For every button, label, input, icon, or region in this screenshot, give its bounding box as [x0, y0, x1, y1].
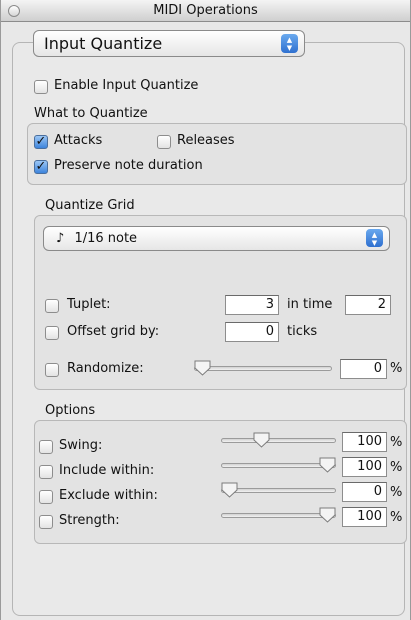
attacks-label: Attacks: [54, 133, 103, 148]
in-time-field[interactable]: 2: [345, 295, 391, 315]
strength-slider-thumb[interactable]: [319, 507, 336, 523]
randomize-label: Randomize:: [67, 361, 144, 376]
window-title: MIDI Operations: [153, 3, 258, 18]
exclude-within-slider-thumb[interactable]: [221, 482, 238, 498]
options-heading: Options: [45, 403, 96, 418]
randomize-checkbox[interactable]: [45, 363, 59, 377]
include-within-field[interactable]: 100: [342, 457, 387, 477]
note-icon: ♪: [56, 231, 65, 246]
mode-popup-value: Input Quantize: [44, 34, 163, 53]
include-within-checkbox[interactable]: [39, 465, 53, 479]
popup-arrows-icon: ▲ ▼: [366, 229, 383, 247]
preserve-note-duration-checkbox[interactable]: ✓: [34, 160, 48, 174]
randomize-slider-track[interactable]: [194, 366, 332, 371]
ticks-label: ticks: [287, 324, 318, 339]
swing-slider-track[interactable]: [221, 438, 336, 443]
offset-grid-field[interactable]: 0: [225, 322, 279, 342]
include-within-unit: %: [390, 460, 403, 475]
include-within-label: Include within:: [59, 463, 155, 478]
close-button[interactable]: [8, 5, 20, 17]
strength-unit: %: [390, 510, 403, 525]
exclude-within-unit: %: [390, 485, 403, 500]
popup-arrows-icon: ▲ ▼: [281, 34, 298, 53]
swing-checkbox[interactable]: [39, 440, 53, 454]
midi-operations-window: MIDI Operations Input Quantize ▲ ▼ Enable…: [0, 0, 411, 620]
preserve-note-duration-label: Preserve note duration: [54, 158, 203, 173]
strength-label: Strength:: [59, 513, 120, 528]
grid-popup[interactable]: ♪ 1/16 note ▲ ▼: [43, 226, 390, 251]
releases-label: Releases: [177, 133, 235, 148]
include-within-slider-thumb[interactable]: [319, 457, 336, 473]
quantize-grid-heading: Quantize Grid: [45, 198, 135, 213]
tuplet-label: Tuplet:: [67, 297, 111, 312]
enable-input-quantize-label: Enable Input Quantize: [54, 78, 199, 93]
exclude-within-label: Exclude within:: [59, 488, 158, 503]
randomize-slider-thumb[interactable]: [194, 360, 211, 376]
tuplet-field[interactable]: 3: [225, 295, 279, 315]
swing-label: Swing:: [59, 438, 103, 453]
exclude-within-field[interactable]: 0: [342, 482, 387, 502]
enable-input-quantize-checkbox[interactable]: [34, 80, 48, 94]
grid-popup-value: 1/16 note: [74, 231, 138, 246]
mode-popup[interactable]: Input Quantize ▲ ▼: [33, 30, 305, 57]
swing-unit: %: [390, 435, 403, 450]
swing-field[interactable]: 100: [342, 432, 387, 452]
tuplet-checkbox[interactable]: [45, 299, 59, 313]
offset-grid-checkbox[interactable]: [45, 326, 59, 340]
offset-grid-label: Offset grid by:: [67, 324, 160, 339]
attacks-checkbox[interactable]: ✓: [34, 135, 48, 149]
title-bar[interactable]: MIDI Operations: [1, 0, 410, 22]
exclude-within-checkbox[interactable]: [39, 490, 53, 504]
exclude-within-slider-track[interactable]: [221, 488, 336, 493]
releases-checkbox[interactable]: [157, 135, 171, 149]
strength-field[interactable]: 100: [342, 507, 387, 527]
randomize-unit: %: [390, 361, 403, 376]
what-to-quantize-heading: What to Quantize: [34, 106, 148, 121]
in-time-label: in time: [287, 297, 333, 312]
swing-slider-thumb[interactable]: [253, 432, 270, 448]
strength-checkbox[interactable]: [39, 515, 53, 529]
randomize-field[interactable]: 0: [340, 359, 387, 379]
